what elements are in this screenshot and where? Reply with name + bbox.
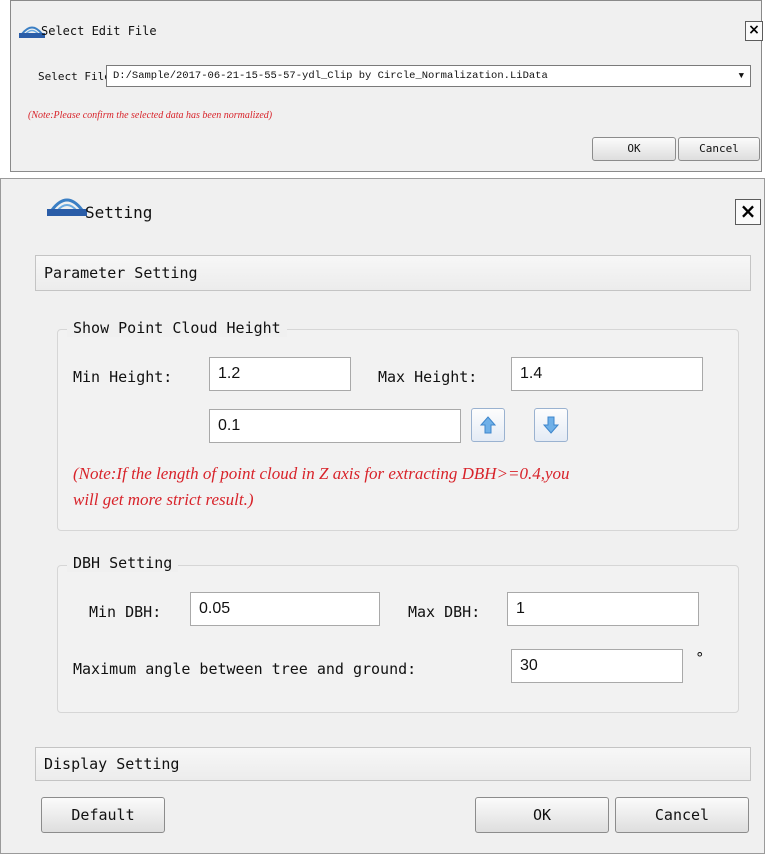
close-icon[interactable]: ×	[735, 199, 761, 225]
default-button[interactable]: Default	[41, 797, 165, 833]
arrow-down-icon	[542, 416, 560, 434]
point-cloud-height-title: Show Point Cloud Height	[67, 319, 287, 337]
dbh-setting-group	[57, 565, 739, 713]
select-edit-file-dialog: Select Edit File × Select File: D:/Sampl…	[10, 0, 763, 172]
setting-dialog: Setting × Parameter Setting Show Point C…	[0, 178, 765, 854]
max-height-label: Max Height:	[378, 368, 478, 386]
dialog-title: Setting	[85, 203, 153, 222]
dropdown-arrow-icon: ▼	[738, 71, 744, 81]
parameter-setting-header[interactable]: Parameter Setting	[35, 255, 751, 291]
normalize-note: (Note:Please confirm the selected data h…	[28, 110, 273, 121]
max-dbh-label: Max DBH:	[408, 603, 481, 621]
max-height-input[interactable]: 1.4	[511, 357, 703, 391]
ok-button[interactable]: OK	[475, 797, 609, 833]
cancel-button[interactable]: Cancel	[615, 797, 749, 833]
app-logo-icon	[47, 198, 87, 216]
increase-button[interactable]	[471, 408, 505, 442]
max-dbh-input[interactable]: 1	[507, 592, 699, 626]
dbh-setting-title: DBH Setting	[67, 554, 179, 572]
cancel-button[interactable]: Cancel	[678, 137, 760, 161]
selected-file-value: D:/Sample/2017-06-21-15-55-57-ydl_Clip b…	[113, 70, 548, 82]
min-dbh-input[interactable]: 0.05	[190, 592, 380, 626]
height-step-input[interactable]: 0.1	[209, 409, 461, 443]
decrease-button[interactable]	[534, 408, 568, 442]
close-icon[interactable]: ×	[745, 21, 763, 41]
z-axis-note-line2: will get more strict result.)	[73, 490, 254, 509]
arrow-up-icon	[479, 416, 497, 434]
z-axis-note-line1: (Note:If the length of point cloud in Z …	[73, 464, 570, 483]
min-dbh-label: Min DBH:	[89, 603, 162, 621]
min-height-input[interactable]: 1.2	[209, 357, 351, 391]
max-angle-input[interactable]: 30	[511, 649, 683, 683]
max-angle-label: Maximum angle between tree and ground:	[73, 660, 417, 678]
degree-symbol: °	[696, 649, 704, 667]
min-height-label: Min Height:	[73, 368, 173, 386]
select-file-dropdown[interactable]: D:/Sample/2017-06-21-15-55-57-ydl_Clip b…	[106, 65, 751, 87]
dialog-title: Select Edit File	[41, 24, 157, 38]
ok-button[interactable]: OK	[592, 137, 676, 161]
display-setting-header[interactable]: Display Setting	[35, 747, 751, 781]
